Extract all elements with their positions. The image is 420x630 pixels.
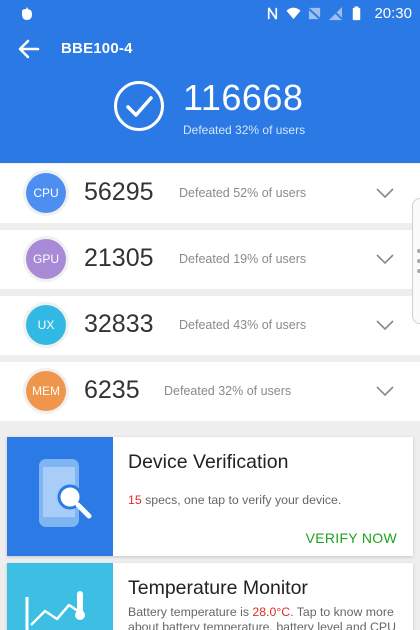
verify-now-button[interactable]: VERIFY NOW [306,530,397,546]
score-row-mem[interactable]: MEM 6235 Defeated 32% of users [0,362,420,421]
temperature-monitor-desc: Battery temperature is 28.0°C. Tap to kn… [128,605,404,630]
check-circle-icon [114,81,164,131]
temperature-monitor-card[interactable]: Temperature Monitor Battery temperature … [7,563,413,630]
side-drawer-handle[interactable] [412,198,420,324]
chevron-down-icon[interactable] [376,386,394,397]
device-verification-card[interactable]: Device Verification 15 specs, one tap to… [7,437,413,556]
ux-defeated-text: Defeated 43% of users [179,318,307,332]
chevron-down-icon[interactable] [376,254,394,265]
chevron-down-icon[interactable] [376,320,394,331]
phone-verify-icon [7,437,113,556]
score-row-gpu[interactable]: GPU 21305 Defeated 19% of users [0,230,420,289]
back-arrow-icon[interactable] [18,38,40,60]
gpu-defeated-text: Defeated 19% of users [179,252,307,266]
score-row-ux[interactable]: UX 32833 Defeated 43% of users [0,296,420,355]
ux-badge: UX [26,305,66,345]
score-row-cpu[interactable]: CPU 56295 Defeated 52% of users [0,164,420,223]
device-verification-title: Device Verification [128,451,289,473]
ux-score: 32833 [84,310,154,338]
total-score: 116668 [183,77,304,118]
app-header: 20:30 BBE100-4 116668 Defeated 32% of us… [0,0,420,163]
no-signal-icon [329,6,344,20]
device-name: BBE100-4 [61,40,133,57]
gpu-score: 21305 [84,244,154,272]
total-defeated-text: Defeated 32% of users [183,123,306,137]
no-sim-icon [308,7,322,20]
wifi-icon [286,7,301,19]
gpu-badge: GPU [26,239,66,279]
specs-desc: specs, one tap to verify your device. [141,493,342,507]
temperature-monitor-title: Temperature Monitor [128,577,308,599]
cpu-defeated-text: Defeated 52% of users [179,186,307,200]
status-time: 20:30 [374,4,412,22]
battery-temperature: 28.0°C [252,605,291,619]
chevron-down-icon[interactable] [376,188,394,199]
mem-score: 6235 [84,376,140,404]
mem-badge: MEM [26,371,66,411]
battery-icon [353,5,361,20]
nfc-icon [268,6,278,20]
status-bar: 20:30 [0,0,420,26]
cpu-badge: CPU [26,173,66,213]
device-verification-desc: 15 specs, one tap to verify your device. [128,493,404,508]
app-icon [22,7,32,20]
cpu-score: 56295 [84,178,154,206]
mem-defeated-text: Defeated 32% of users [164,384,292,398]
status-icons: 20:30 [265,4,412,22]
temperature-desc-prefix: Battery temperature is [128,605,253,619]
specs-count: 15 [128,493,142,507]
temperature-chart-icon [7,563,113,630]
